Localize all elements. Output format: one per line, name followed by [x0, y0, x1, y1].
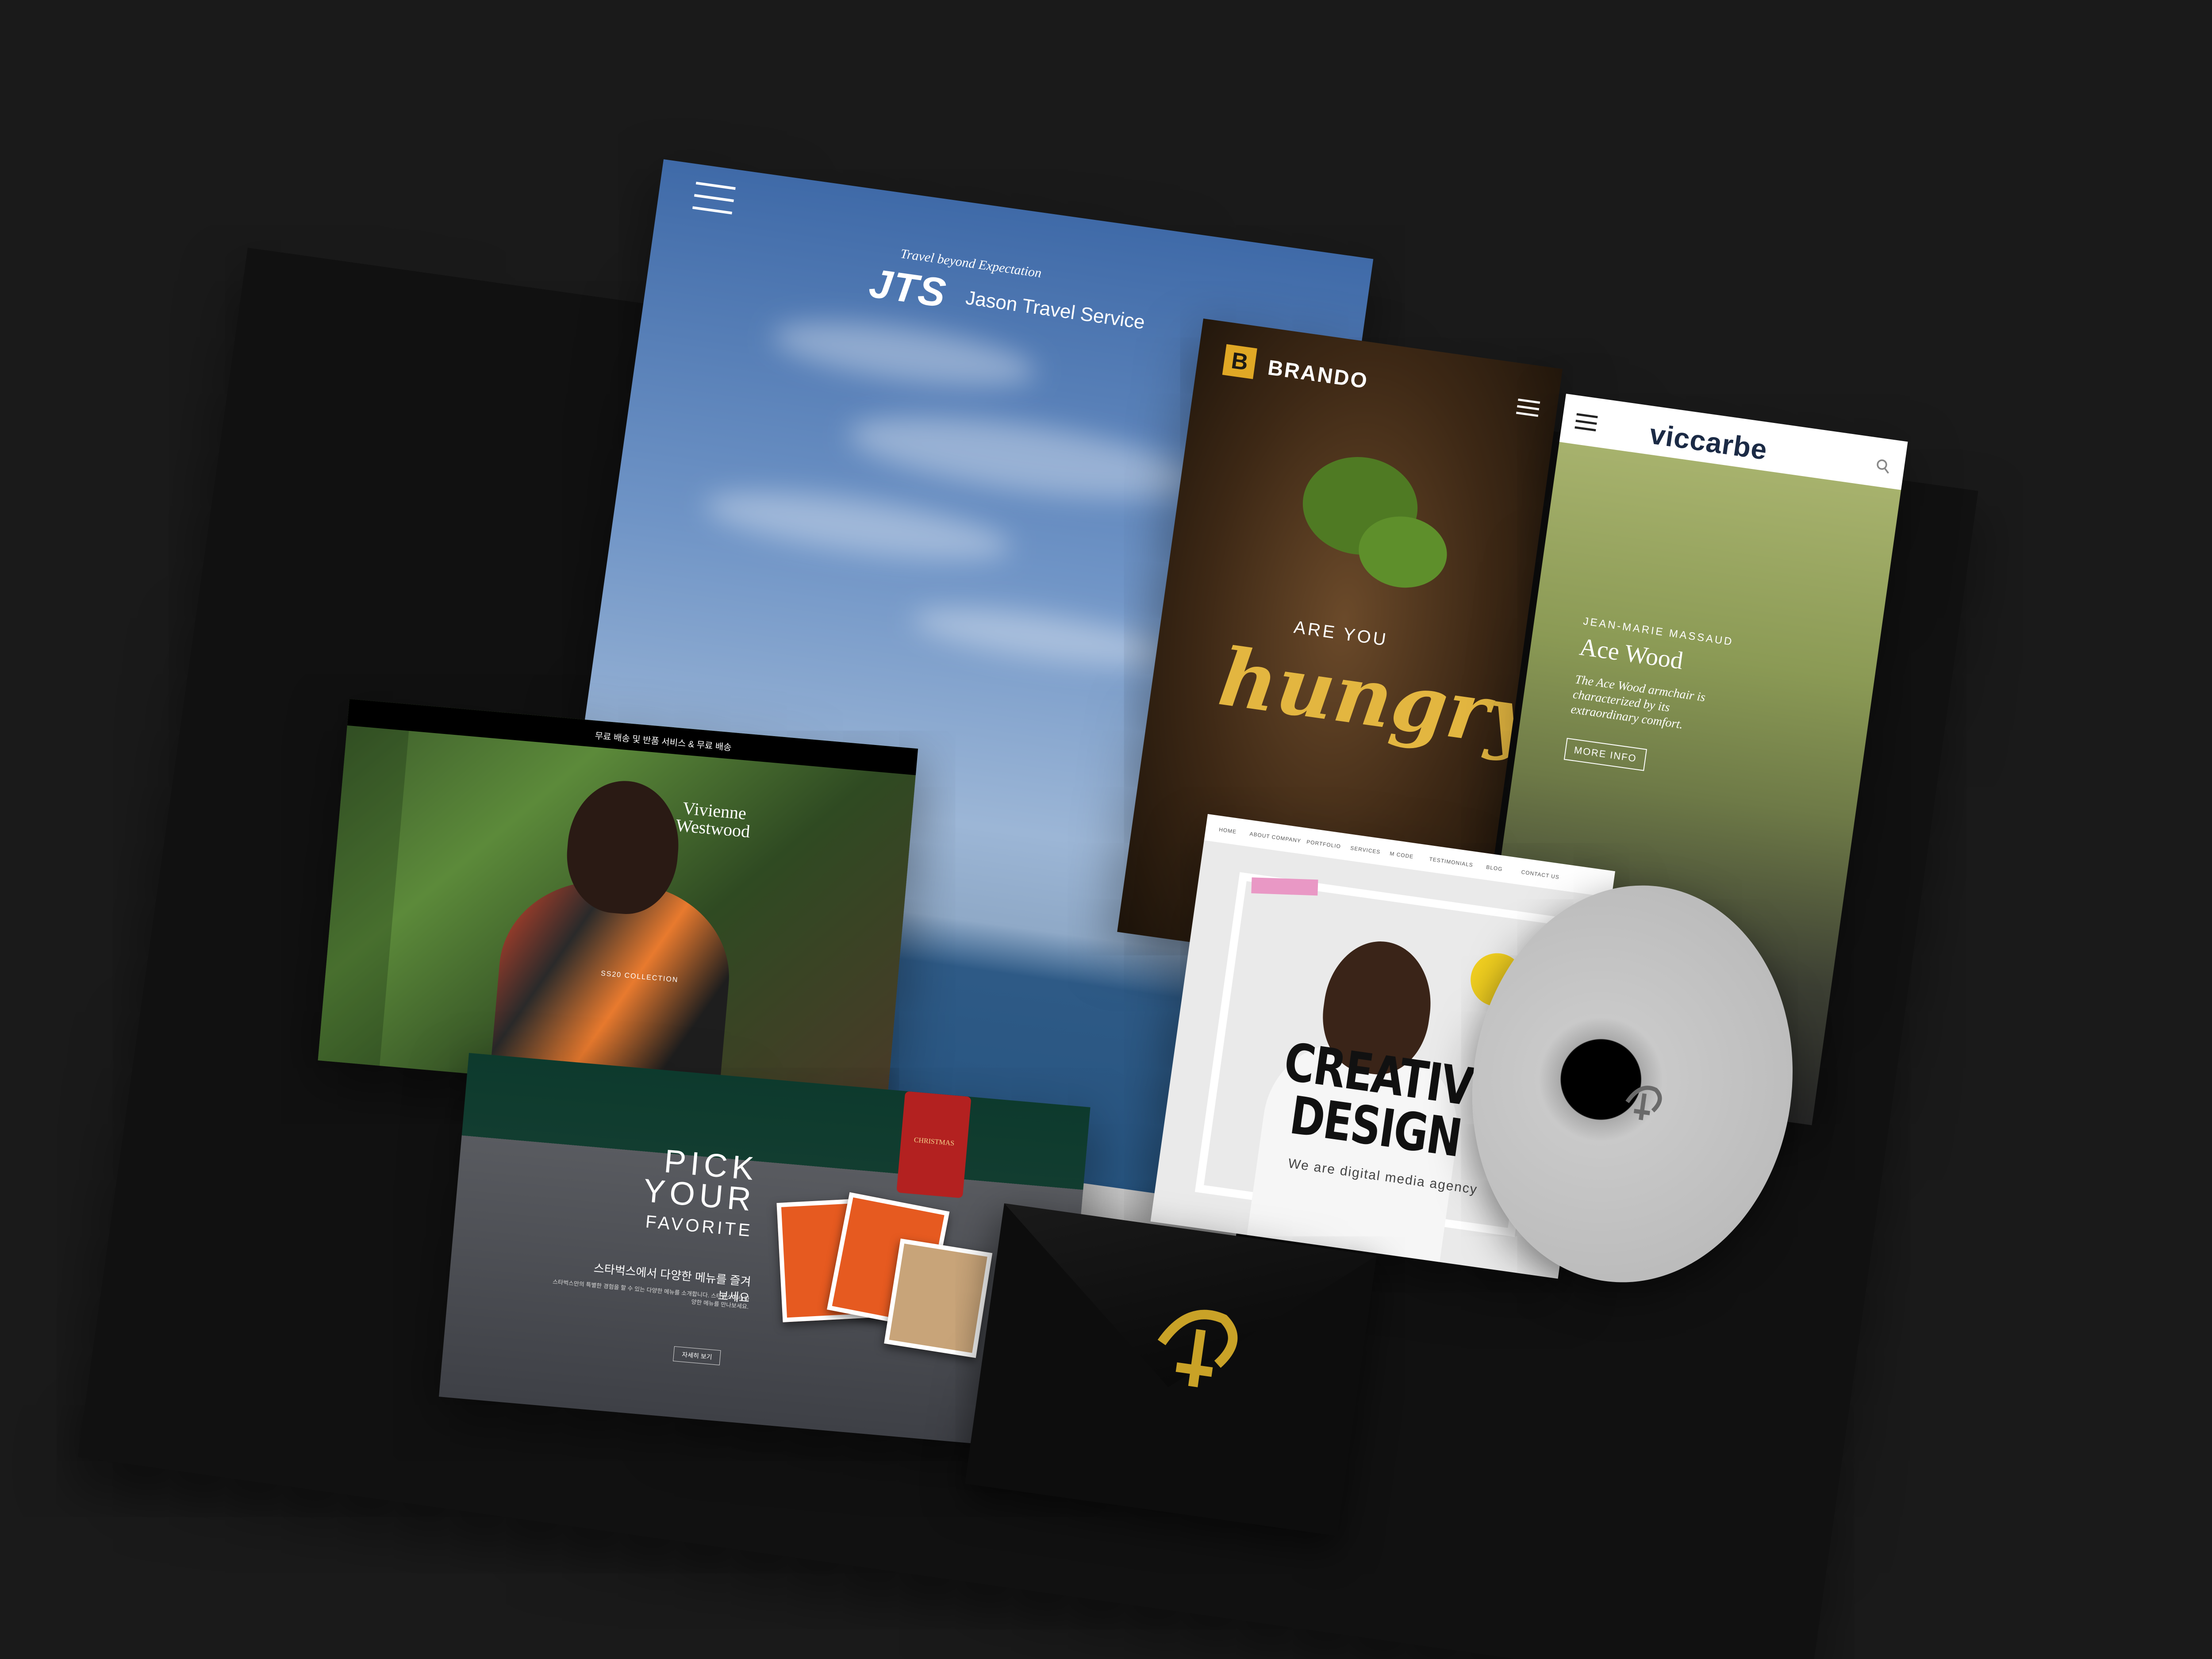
brand-logo-icon	[1157, 1310, 1238, 1387]
cloud	[700, 478, 1015, 574]
more-info-button[interactable]: MORE INFO	[1563, 737, 1647, 771]
christmas-tin: CHRISTMAS	[896, 1091, 972, 1198]
cloud	[844, 400, 1204, 515]
search-icon[interactable]	[1874, 457, 1892, 475]
nav-portfolio[interactable]: PORTFOLIO	[1306, 839, 1341, 850]
brando-logo-text: BRANDO	[1266, 356, 1370, 393]
jts-logo-sub: Jason Travel Service	[964, 287, 1146, 334]
nav-services[interactable]: SERVICES	[1350, 845, 1381, 855]
decorative-eraser	[1251, 877, 1318, 896]
mockup-scene: Travel beyond Expectation JTS Jason Trav…	[0, 0, 2212, 1659]
cloud	[909, 596, 1178, 678]
brando-logo-icon[interactable]: B	[1222, 344, 1257, 379]
nav-logo[interactable]: M CODE	[1390, 850, 1414, 860]
viccarbe-description: The Ace Wood armchair is characterized b…	[1570, 672, 1706, 732]
cloud	[769, 309, 1040, 399]
tin-label: CHRISTMAS	[914, 1136, 955, 1148]
westwood-wordmark[interactable]: Vivienne Westwood	[675, 798, 752, 841]
creative-headline: CREATIVE DESIGN	[1274, 1031, 1503, 1169]
nav-testimonials[interactable]: TESTIMONIALS	[1429, 856, 1474, 868]
pick-your-favorite-heading: PICK YOUR FAVORITE	[639, 1143, 760, 1246]
menu-photo[interactable]	[884, 1238, 993, 1358]
more-button[interactable]: 자세히 보기	[673, 1346, 721, 1366]
nav-contact[interactable]: CONTACT US	[1521, 869, 1560, 880]
jts-logo[interactable]: JTS	[866, 260, 949, 317]
brand-logo-icon	[1625, 1086, 1662, 1121]
black-envelope	[964, 1203, 1377, 1536]
nav-home[interactable]: HOME	[1218, 826, 1237, 835]
westwood-screen: 무료 배송 및 반품 서비스 & 무료 배송 Vivienne Westwood…	[318, 699, 918, 1110]
menu-icon[interactable]	[1574, 413, 1598, 436]
nav-blog[interactable]: BLOG	[1486, 864, 1503, 872]
nav-about[interactable]: ABOUT COMPANY	[1249, 831, 1302, 844]
westwood-topbar-text: 무료 배송 및 반품 서비스 & 무료 배송	[594, 731, 732, 753]
menu-icon[interactable]	[1515, 398, 1540, 422]
menu-icon[interactable]	[692, 181, 736, 215]
